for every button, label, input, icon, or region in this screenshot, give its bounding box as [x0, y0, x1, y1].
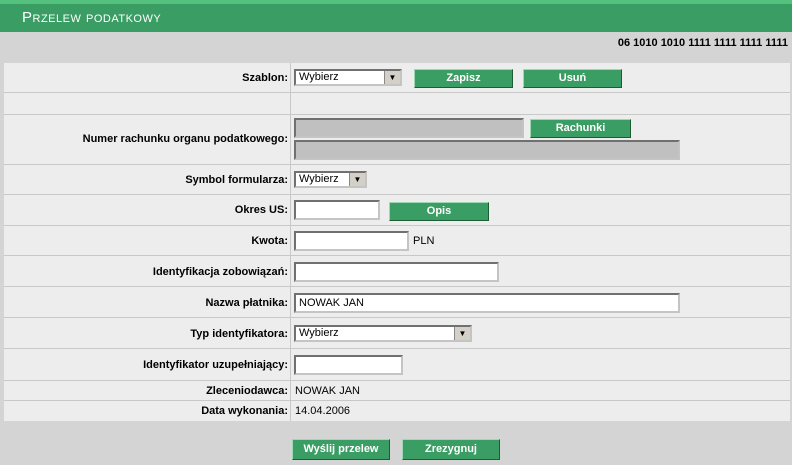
ordering-party-row: Zleceniodawca: NOWAK JAN	[4, 381, 790, 401]
save-template-button[interactable]: Zapisz	[414, 69, 513, 88]
id-type-label: Typ identyfikatora:	[190, 328, 288, 340]
execution-date-label: Data wykonania:	[201, 405, 288, 417]
tax-account-row: Numer rachunku organu podatkowego: Rachu…	[4, 115, 790, 165]
cancel-button[interactable]: Zrezygnuj	[402, 439, 500, 460]
page-header: Przelew podatkowy	[0, 0, 792, 32]
payer-name-label: Nazwa płatnika:	[205, 297, 288, 309]
execution-date-row: Data wykonania: 14.04.2006	[4, 401, 790, 421]
id-type-row: Typ identyfikatora: Wybierz ▼	[4, 318, 790, 349]
tax-office-name-field[interactable]	[294, 140, 680, 160]
obligation-id-row: Identyfikacja zobowiązań:	[4, 256, 790, 287]
template-row: Szablon: Wybierz ▼ Zapisz Usuń	[4, 63, 790, 93]
page-title: Przelew podatkowy	[22, 9, 162, 26]
accounts-button[interactable]: Rachunki	[530, 119, 631, 138]
chevron-down-icon: ▼	[384, 71, 400, 84]
account-number: 06 1010 1010 1111 1111 1111 1111	[617, 37, 788, 49]
currency-label: PLN	[413, 235, 435, 247]
form-symbol-row: Symbol formularza: Wybierz ▼	[4, 165, 790, 195]
obligation-id-label: Identyfikacja zobowiązań:	[152, 266, 288, 278]
amount-input[interactable]	[294, 231, 409, 251]
tax-transfer-form: Szablon: Wybierz ▼ Zapisz Usuń Numer rac…	[4, 63, 790, 421]
delete-template-button[interactable]: Usuń	[523, 69, 622, 88]
amount-row: Kwota: PLN	[4, 226, 790, 256]
form-symbol-select[interactable]: Wybierz ▼	[294, 171, 367, 188]
tax-account-number-field[interactable]	[294, 118, 524, 138]
payer-name-row: Nazwa płatnika: NOWAK JAN	[4, 287, 790, 318]
period-description-button[interactable]: Opis	[389, 202, 489, 221]
supplementary-id-input[interactable]	[294, 355, 403, 375]
ordering-party-value: NOWAK JAN	[295, 385, 360, 397]
tax-account-label: Numer rachunku organu podatkowego:	[82, 133, 288, 145]
amount-label: Kwota:	[251, 235, 288, 247]
ordering-party-label: Zleceniodawca:	[206, 385, 288, 397]
send-transfer-button[interactable]: Wyślij przelew	[292, 439, 390, 460]
spacer-row	[4, 93, 790, 115]
id-type-select[interactable]: Wybierz ▼	[294, 325, 472, 342]
template-select[interactable]: Wybierz ▼	[294, 69, 402, 86]
supplementary-id-row: Identyfikator uzupełniający:	[4, 349, 790, 381]
form-symbol-label: Symbol formularza:	[185, 174, 288, 186]
obligation-id-input[interactable]	[294, 262, 499, 282]
period-input[interactable]	[294, 200, 380, 220]
period-label: Okres US:	[234, 204, 288, 216]
chevron-down-icon: ▼	[349, 173, 365, 186]
chevron-down-icon: ▼	[454, 327, 470, 340]
template-label: Szablon:	[242, 72, 288, 84]
payer-name-input[interactable]: NOWAK JAN	[294, 293, 680, 313]
supplementary-id-label: Identyfikator uzupełniający:	[143, 359, 288, 371]
execution-date-value: 14.04.2006	[295, 405, 351, 417]
period-row: Okres US: Opis	[4, 195, 790, 226]
